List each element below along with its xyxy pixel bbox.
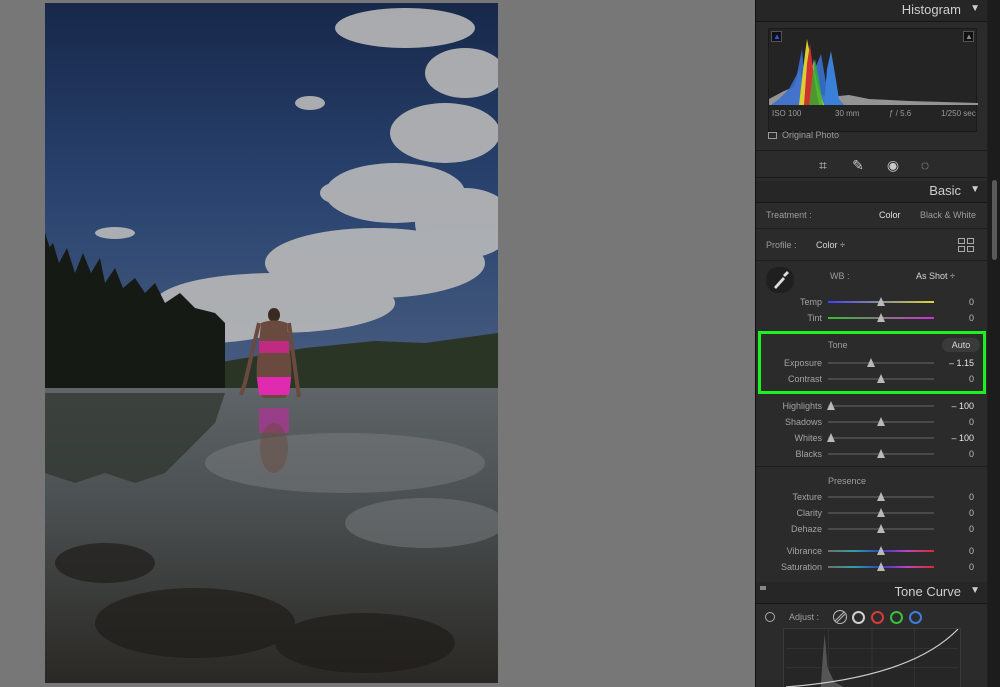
target-adjust-icon[interactable] — [765, 612, 775, 622]
tint-slider[interactable] — [828, 312, 934, 324]
basic-header[interactable]: Basic ▼ — [756, 181, 987, 203]
highlight-clipping-icon[interactable]: ▲ — [963, 31, 974, 42]
saturation-label: Saturation — [780, 562, 822, 572]
profile-browser-icon[interactable] — [958, 238, 974, 252]
temp-value[interactable]: 0 — [946, 297, 974, 307]
slider-thumb[interactable] — [877, 449, 885, 458]
highlights-slider[interactable] — [827, 400, 934, 412]
vibrance-label: Vibrance — [786, 546, 822, 556]
clarity-label: Clarity — [796, 508, 822, 518]
wb-dropdown[interactable]: As Shot ÷ — [916, 271, 955, 281]
profile-dropdown[interactable]: Color ÷ — [816, 240, 845, 250]
slider-thumb[interactable] — [877, 417, 885, 426]
treatment-label: Treatment : — [766, 210, 812, 220]
highlights-value[interactable]: – 100 — [942, 401, 974, 411]
tone-highlight-box — [758, 331, 986, 394]
divider — [756, 260, 987, 261]
dehaze-value[interactable]: 0 — [946, 524, 974, 534]
photo-preview[interactable] — [45, 3, 498, 683]
blacks-slider[interactable] — [828, 448, 934, 460]
iso-info: ISO 100 — [772, 109, 802, 118]
saturation-value[interactable]: 0 — [946, 562, 974, 572]
scrollbar-thumb[interactable] — [992, 180, 997, 260]
slider-thumb[interactable] — [877, 492, 885, 501]
shadows-value[interactable]: 0 — [946, 417, 974, 427]
texture-slider[interactable] — [828, 491, 934, 503]
focal-length-info: 30 mm — [835, 109, 860, 118]
blacks-label: Blacks — [795, 449, 822, 459]
highlights-label: Highlights — [782, 401, 822, 411]
photo-canvas — [0, 0, 755, 687]
collapse-triangle-icon[interactable]: ▼ — [970, 184, 980, 195]
whites-value[interactable]: – 100 — [942, 433, 974, 443]
panel-toggle-icon[interactable] — [760, 586, 766, 590]
dehaze-slider[interactable] — [828, 523, 934, 535]
wb-label: WB : — [830, 271, 850, 281]
tone-curve-graph[interactable] — [783, 628, 961, 687]
adjust-label: Adjust : — [789, 612, 820, 622]
treatment-color-option[interactable]: Color — [879, 210, 901, 220]
profile-label: Profile : — [766, 240, 797, 250]
parametric-curve-icon[interactable] — [832, 609, 848, 625]
presence-label: Presence — [828, 476, 867, 486]
clarity-value[interactable]: 0 — [946, 508, 974, 518]
shadows-slider[interactable] — [828, 416, 934, 428]
original-photo-checkbox[interactable]: Original Photo — [768, 130, 839, 140]
slider-thumb[interactable] — [877, 508, 885, 517]
slider-thumb[interactable] — [827, 401, 836, 410]
aperture-info: ƒ / 5.6 — [889, 109, 912, 118]
clarity-slider[interactable] — [828, 507, 934, 519]
healing-icon[interactable]: ✎ — [849, 156, 867, 174]
whites-label: Whites — [794, 433, 822, 443]
lightroom-develop-window: Histogram ▼ ▲ ▲ ISO 100 30 mm ƒ / 5.6 1/… — [0, 0, 1000, 687]
histogram-title: Histogram — [901, 2, 961, 17]
divider — [756, 466, 987, 467]
blacks-value[interactable]: 0 — [946, 449, 974, 459]
tone-curve-title: Tone Curve — [894, 584, 961, 599]
crop-icon[interactable]: ⌗ — [814, 156, 832, 174]
vibrance-slider[interactable] — [828, 545, 934, 557]
tint-value[interactable]: 0 — [946, 313, 974, 323]
tint-label: Tint — [807, 313, 822, 323]
slider-thumb[interactable] — [877, 546, 885, 555]
temp-slider[interactable] — [828, 296, 934, 308]
histogram[interactable]: ▲ ▲ ISO 100 30 mm ƒ / 5.6 1/250 sec — [768, 28, 978, 132]
slider-thumb[interactable] — [877, 313, 885, 322]
texture-value[interactable]: 0 — [946, 492, 974, 502]
slider-thumb[interactable] — [877, 297, 885, 306]
point-curve-blue-icon[interactable] — [909, 611, 922, 624]
histogram-header[interactable]: Histogram ▼ — [756, 0, 987, 22]
slider-thumb[interactable] — [877, 524, 885, 533]
vibrance-value[interactable]: 0 — [946, 546, 974, 556]
shadow-clipping-icon[interactable]: ▲ — [771, 31, 782, 42]
saturation-slider[interactable] — [828, 561, 934, 573]
treatment-bw-option[interactable]: Black & White — [920, 210, 976, 220]
wb-eyedropper-icon[interactable] — [766, 267, 794, 293]
shadows-label: Shadows — [784, 417, 822, 427]
slider-thumb[interactable] — [827, 433, 836, 442]
tone-curve-header[interactable]: Tone Curve ▼ — [756, 582, 987, 604]
shutter-info: 1/250 sec — [941, 109, 976, 118]
dehaze-label: Dehaze — [790, 524, 822, 534]
point-curve-red-icon[interactable] — [871, 611, 884, 624]
original-photo-label: Original Photo — [782, 130, 840, 140]
whites-slider[interactable] — [827, 432, 934, 444]
point-curve-white-icon[interactable] — [852, 611, 865, 624]
basic-title: Basic — [929, 183, 961, 198]
histogram-graph — [769, 39, 978, 105]
panel-scrollbar[interactable] — [988, 0, 1000, 687]
point-curve-green-icon[interactable] — [890, 611, 903, 624]
divider — [756, 228, 987, 229]
collapse-triangle-icon[interactable]: ▼ — [970, 3, 980, 14]
red-eye-icon[interactable]: ◉ — [884, 156, 902, 174]
masking-icon[interactable]: ◌ — [916, 156, 934, 174]
checkbox-icon — [768, 132, 777, 139]
tool-strip: ⌗ ✎ ◉ ◌ — [756, 150, 987, 178]
slider-thumb[interactable] — [877, 562, 885, 571]
temp-label: Temp — [799, 297, 822, 307]
texture-label: Texture — [792, 492, 822, 502]
collapse-triangle-icon[interactable]: ▼ — [970, 585, 980, 596]
